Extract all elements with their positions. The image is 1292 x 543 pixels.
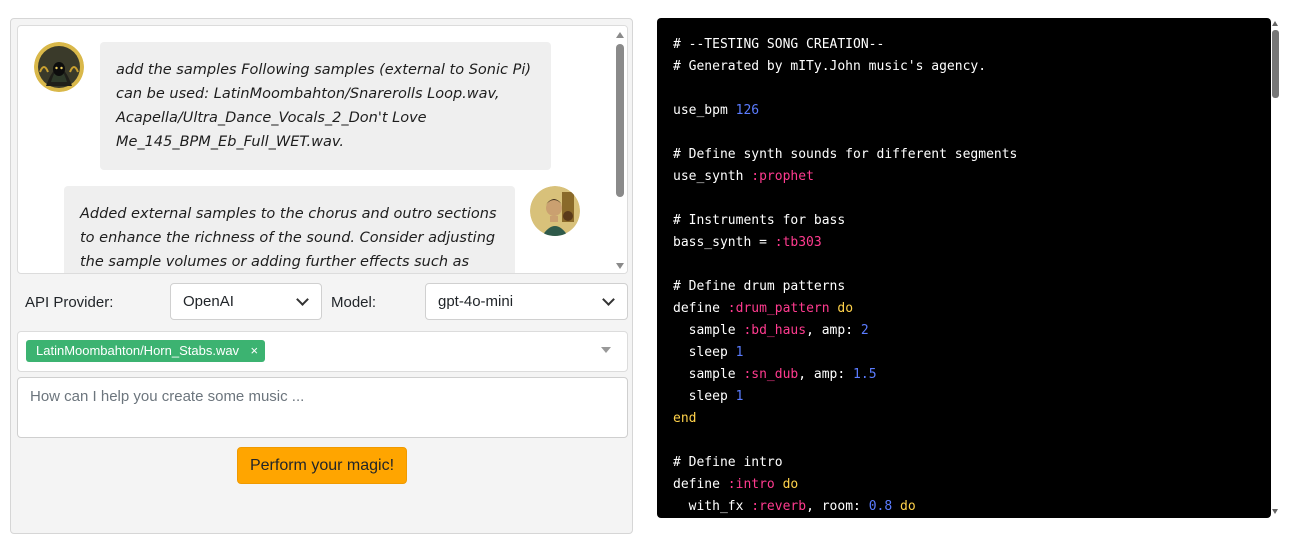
code-token: bass_synth = xyxy=(673,235,775,250)
settings-row: API Provider: OpenAI Model: gpt-4o-mini xyxy=(11,283,634,323)
code-token: sample xyxy=(673,367,744,382)
code-line: use_bpm 126 xyxy=(673,100,1017,122)
code-token: # Define drum patterns xyxy=(673,279,846,294)
code-token: do xyxy=(829,301,854,316)
code-token: do xyxy=(892,499,916,514)
code-token: :reverb xyxy=(751,499,807,514)
code-line: # --TESTING SONG CREATION-- xyxy=(673,34,1017,56)
prompt-input[interactable] xyxy=(17,377,628,438)
api-provider-label: API Provider: xyxy=(25,294,114,311)
code-token: :drum_pattern xyxy=(727,301,830,316)
code-token: do xyxy=(774,477,799,492)
user-message: add the samples Following samples (exter… xyxy=(100,42,551,170)
code-token: :sn_dub xyxy=(743,367,799,382)
model-label: Model: xyxy=(331,294,377,311)
perform-magic-button[interactable]: Perform your magic! xyxy=(237,447,407,484)
close-icon[interactable]: × xyxy=(250,340,258,362)
scroll-thumb[interactable] xyxy=(616,44,624,197)
code-token: use_bpm xyxy=(673,103,736,118)
code-token: :prophet xyxy=(751,169,814,184)
code-token: # Define intro xyxy=(673,455,783,470)
code-line: # Define intro xyxy=(673,452,1017,474)
code-token: # Define synth sounds for different segm… xyxy=(673,147,1018,162)
code-token: 0.8 xyxy=(868,499,893,514)
sample-tag[interactable]: LatinMoombahton/Horn_Stabs.wav × xyxy=(26,340,266,362)
code-line: # Define synth sounds for different segm… xyxy=(673,144,1017,166)
code-line: sleep 1 xyxy=(673,386,1017,408)
code-line: define :intro do xyxy=(673,474,1017,496)
code-line: end xyxy=(673,408,1017,430)
code-token: define xyxy=(673,477,728,492)
code-line: # Generated by mITy.John music's agency. xyxy=(673,56,1017,78)
code-token: end xyxy=(673,411,697,426)
assistant-message: Added external samples to the chorus and… xyxy=(64,186,515,273)
chat-scrollbar[interactable] xyxy=(613,26,627,273)
caret-down-icon[interactable] xyxy=(601,347,611,353)
code-token: with_fx xyxy=(673,499,752,514)
code-line: bass_synth = :tb303 xyxy=(673,232,1017,254)
code-token: 1 xyxy=(735,389,744,404)
code-content: # --TESTING SONG CREATION-- # Generated b… xyxy=(673,34,1017,518)
code-token: 126 xyxy=(735,103,760,118)
code-token: :bd_haus xyxy=(743,323,807,338)
code-token: 1 xyxy=(735,345,744,360)
sample-tag-label: LatinMoombahton/Horn_Stabs.wav xyxy=(36,343,240,358)
chevron-down-icon xyxy=(602,293,615,306)
code-token: 1.5 xyxy=(853,367,877,382)
model-value: gpt-4o-mini xyxy=(438,293,514,310)
code-token: # Generated by mITy.John music's agency. xyxy=(673,59,987,74)
code-token: sleep xyxy=(673,345,736,360)
code-line: # Instruments for bass xyxy=(673,210,1017,232)
code-token: define xyxy=(673,301,728,316)
code-token: , room: xyxy=(806,499,869,514)
code-token: sample xyxy=(673,323,744,338)
scroll-up-arrow-icon[interactable] xyxy=(616,32,624,38)
scroll-down-arrow-icon[interactable] xyxy=(616,263,624,269)
scroll-thumb[interactable] xyxy=(1272,30,1279,98)
scroll-down-arrow-icon[interactable] xyxy=(1272,509,1278,514)
code-scrollbar[interactable] xyxy=(1271,18,1280,518)
code-line: define :drum_pattern do xyxy=(673,298,1017,320)
code-token: 2 xyxy=(860,323,869,338)
sample-multiselect[interactable]: LatinMoombahton/Horn_Stabs.wav × xyxy=(17,331,628,372)
api-provider-select[interactable]: OpenAI xyxy=(170,283,322,320)
code-line: sleep 1 xyxy=(673,342,1017,364)
code-line: # Define drum patterns xyxy=(673,276,1017,298)
code-line: sample :bd_haus, amp: 2 xyxy=(673,320,1017,342)
code-editor[interactable]: # --TESTING SONG CREATION-- # Generated b… xyxy=(657,18,1271,518)
code-token: , amp: xyxy=(806,323,861,338)
code-line: sample :sn_dub, amp: 1.5 xyxy=(673,364,1017,386)
code-token: :intro xyxy=(727,477,775,492)
code-token: # --TESTING SONG CREATION-- xyxy=(673,37,885,52)
code-token: :tb303 xyxy=(774,235,822,250)
code-token: , amp: xyxy=(798,367,854,382)
musician-avatar xyxy=(530,186,580,236)
chat-panel: add the samples Following samples (exter… xyxy=(10,18,633,534)
api-provider-value: OpenAI xyxy=(183,293,234,310)
code-token: # Instruments for bass xyxy=(673,213,846,228)
code-line: with_fx :reverb, room: 0.8 do xyxy=(673,496,1017,518)
scroll-up-arrow-icon[interactable] xyxy=(1272,21,1278,26)
code-token: use_synth xyxy=(673,169,752,184)
hooded-figure-avatar xyxy=(34,42,84,92)
chat-history[interactable]: add the samples Following samples (exter… xyxy=(17,25,628,274)
code-line: use_synth :prophet xyxy=(673,166,1017,188)
chevron-down-icon xyxy=(296,293,309,306)
code-token: sleep xyxy=(673,389,736,404)
model-select[interactable]: gpt-4o-mini xyxy=(425,283,628,320)
